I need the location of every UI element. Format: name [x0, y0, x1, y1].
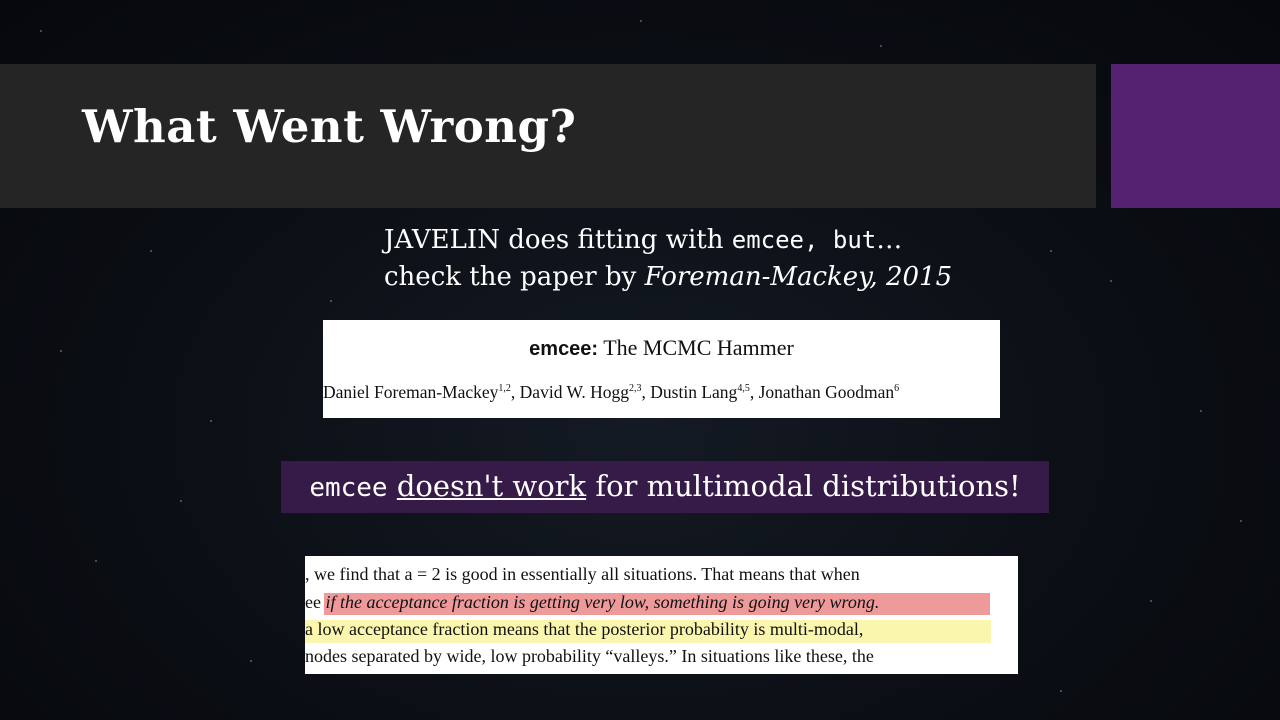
author-affiliation: 2,3 — [629, 383, 642, 395]
excerpt-line-2: ee if the acceptance fraction is getting… — [305, 592, 879, 613]
slide-title: What Went Wrong? — [82, 100, 577, 153]
author-affiliation: 1,2 — [498, 383, 511, 395]
excerpt-line-4: nodes separated by wide, low probability… — [305, 646, 874, 666]
intro-ellipsis: … — [876, 225, 903, 255]
intro-text: JAVELIN does fitting with emcee, but… ch… — [384, 222, 952, 296]
author: Daniel Foreman-Mackey1,2, — [323, 382, 520, 402]
excerpt-line-3: a low acceptance fraction means that the… — [305, 619, 864, 639]
intro-line-2-prefix: check the paper by — [384, 262, 645, 292]
excerpt-line-2-prefix: ee — [305, 592, 326, 612]
accent-block — [1111, 64, 1280, 208]
author: David W. Hogg2,3, — [520, 382, 651, 402]
callout-code: emcee — [309, 473, 388, 503]
callout-banner: emcee doesn't work for multimodal distri… — [281, 461, 1049, 513]
callout-underlined: doesn't work — [396, 469, 587, 503]
author-separator: , — [641, 382, 651, 402]
intro-line-1-prefix: JAVELIN does fitting with — [384, 225, 732, 255]
author-separator: , — [510, 382, 520, 402]
intro-code: emcee, but — [731, 226, 877, 254]
author-name: Daniel Foreman-Mackey — [323, 382, 499, 402]
paper-title-rest: The MCMC Hammer — [598, 335, 794, 360]
paper-title-emcee: emcee: — [529, 338, 599, 360]
author-separator: , — [749, 382, 759, 402]
intro-citation: Foreman-Mackey, 2015 — [644, 262, 953, 292]
intro-line-1: JAVELIN does fitting with emcee, but… — [384, 222, 952, 259]
excerpt-line-1: , we find that a = 2 is good in essentia… — [305, 564, 860, 584]
author-affiliation: 6 — [894, 383, 900, 395]
excerpt-highlighted-sentence: if the acceptance fraction is getting ve… — [325, 592, 880, 612]
author-affiliation: 4,5 — [737, 383, 750, 395]
author-name: Jonathan Goodman — [758, 382, 895, 402]
paper-title: emcee: The MCMC Hammer — [323, 335, 1000, 361]
intro-line-2: check the paper by Foreman-Mackey, 2015 — [384, 259, 952, 296]
callout-rest: for multimodal distributions! — [586, 469, 1021, 503]
paper-header-image: emcee: The MCMC Hammer Daniel Foreman-Ma… — [323, 320, 1000, 418]
paper-excerpt-image: , we find that a = 2 is good in essentia… — [305, 556, 1018, 674]
author-name: David W. Hogg — [519, 382, 630, 402]
author: Dustin Lang4,5, — [650, 382, 758, 402]
paper-authors: Daniel Foreman-Mackey1,2, David W. Hogg2… — [323, 382, 899, 403]
author-name: Dustin Lang — [650, 382, 738, 402]
author: Jonathan Goodman6 — [759, 382, 900, 402]
